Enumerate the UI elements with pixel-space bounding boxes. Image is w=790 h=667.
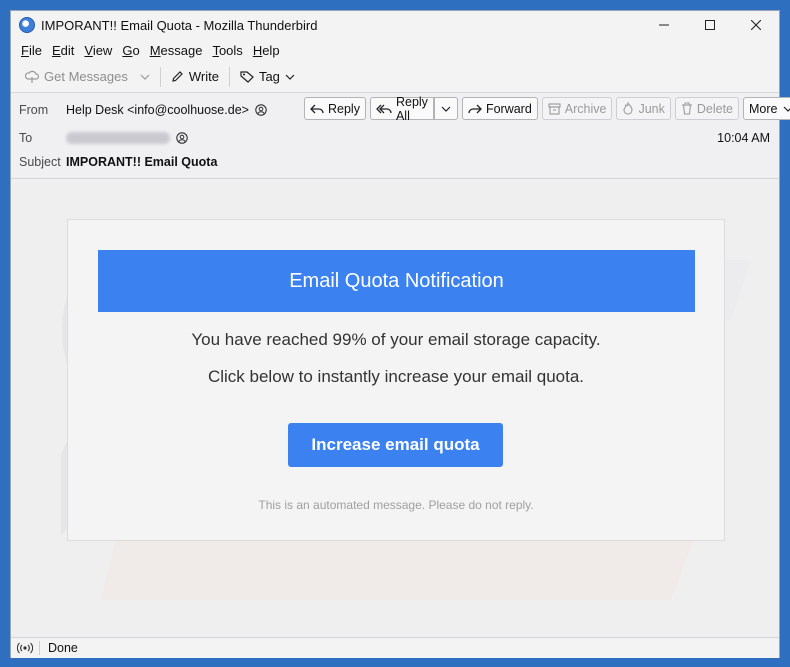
redacted-recipient	[66, 132, 170, 144]
write-button[interactable]: Write	[165, 65, 225, 89]
from-label: From	[19, 103, 49, 117]
menu-view[interactable]: View	[79, 43, 117, 58]
minimize-button[interactable]	[641, 11, 687, 39]
close-icon	[751, 20, 761, 30]
online-status-icon[interactable]	[17, 642, 33, 654]
menu-tools[interactable]: Tools	[207, 43, 247, 58]
maximize-button[interactable]	[687, 11, 733, 39]
from-row: From Help Desk <info@coolhuose.de>	[19, 103, 267, 117]
subject-value: IMPORANT!! Email Quota	[66, 155, 218, 169]
instruction-text: Click below to instantly increase your e…	[207, 367, 585, 386]
chevron-down-icon	[140, 74, 150, 80]
window-controls	[641, 11, 779, 39]
archive-icon	[548, 102, 561, 115]
chevron-down-icon	[441, 106, 451, 112]
from-value[interactable]: Help Desk <info@coolhuose.de>	[66, 103, 249, 117]
status-bar: Done	[11, 637, 779, 658]
main-toolbar: Get Messages Write Tag	[11, 61, 779, 93]
subject-label: Subject	[19, 155, 61, 169]
chevron-down-icon	[285, 74, 295, 80]
close-button[interactable]	[733, 11, 779, 39]
thunderbird-window: IMPORANT!! Email Quota - Mozilla Thunder…	[10, 10, 790, 658]
trash-icon	[681, 102, 693, 115]
get-messages-dropdown[interactable]	[134, 65, 156, 89]
message-time: 10:04 AM	[717, 131, 770, 145]
reply-all-icon	[376, 103, 392, 115]
message-body: Email Quota Notification You have reache…	[11, 180, 779, 637]
toolbar-separator	[159, 66, 161, 87]
archive-button[interactable]: Archive	[541, 97, 613, 120]
get-messages-button[interactable]: Get Messages	[19, 65, 134, 89]
toolbar-separator	[228, 66, 230, 87]
minimize-icon	[659, 24, 669, 26]
header-buttons: Reply Reply All Forward Archive Junk Del…	[304, 95, 790, 123]
thunderbird-logo-icon	[19, 17, 35, 33]
menu-help[interactable]: Help	[248, 43, 285, 58]
menu-go[interactable]: Go	[117, 43, 144, 58]
tag-icon	[240, 70, 254, 83]
quota-warning-text: You have reached 99% of your email stora…	[191, 330, 601, 349]
status-separator	[39, 641, 40, 655]
reply-all-dropdown[interactable]	[433, 97, 458, 120]
menu-bar: File Edit View Go Message Tools Help	[11, 39, 779, 61]
automated-message-note: This is an automated message. Please do …	[258, 498, 534, 512]
cloud-download-icon	[25, 70, 39, 84]
forward-icon	[468, 103, 482, 115]
chevron-down-icon	[783, 106, 790, 112]
contact-icon[interactable]	[255, 104, 267, 116]
email-card: Email Quota Notification You have reache…	[67, 219, 725, 541]
email-banner: Email Quota Notification	[98, 250, 695, 312]
window-title: IMPORANT!! Email Quota - Mozilla Thunder…	[41, 17, 318, 33]
forward-button[interactable]: Forward	[461, 97, 538, 120]
junk-button[interactable]: Junk	[616, 97, 671, 120]
contact-icon[interactable]	[176, 132, 188, 144]
menu-message[interactable]: Message	[145, 43, 208, 58]
flame-icon	[622, 102, 634, 115]
reply-button[interactable]: Reply	[304, 97, 366, 120]
reply-all-button[interactable]: Reply All	[369, 95, 434, 123]
increase-quota-button[interactable]: Increase email quota	[288, 423, 503, 467]
maximize-icon	[705, 20, 715, 30]
more-button[interactable]: More	[743, 97, 790, 120]
to-label: To	[19, 131, 33, 145]
subject-row: Subject IMPORANT!! Email Quota	[19, 155, 217, 169]
pencil-icon	[171, 70, 184, 83]
title-bar: IMPORANT!! Email Quota - Mozilla Thunder…	[11, 11, 779, 39]
to-row: To	[19, 131, 188, 145]
tag-button[interactable]: Tag	[234, 65, 301, 89]
status-text: Done	[48, 641, 78, 655]
delete-button[interactable]: Delete	[674, 97, 740, 120]
menu-edit[interactable]: Edit	[47, 43, 79, 58]
reply-icon	[310, 103, 324, 115]
menu-file[interactable]: File	[16, 43, 47, 58]
